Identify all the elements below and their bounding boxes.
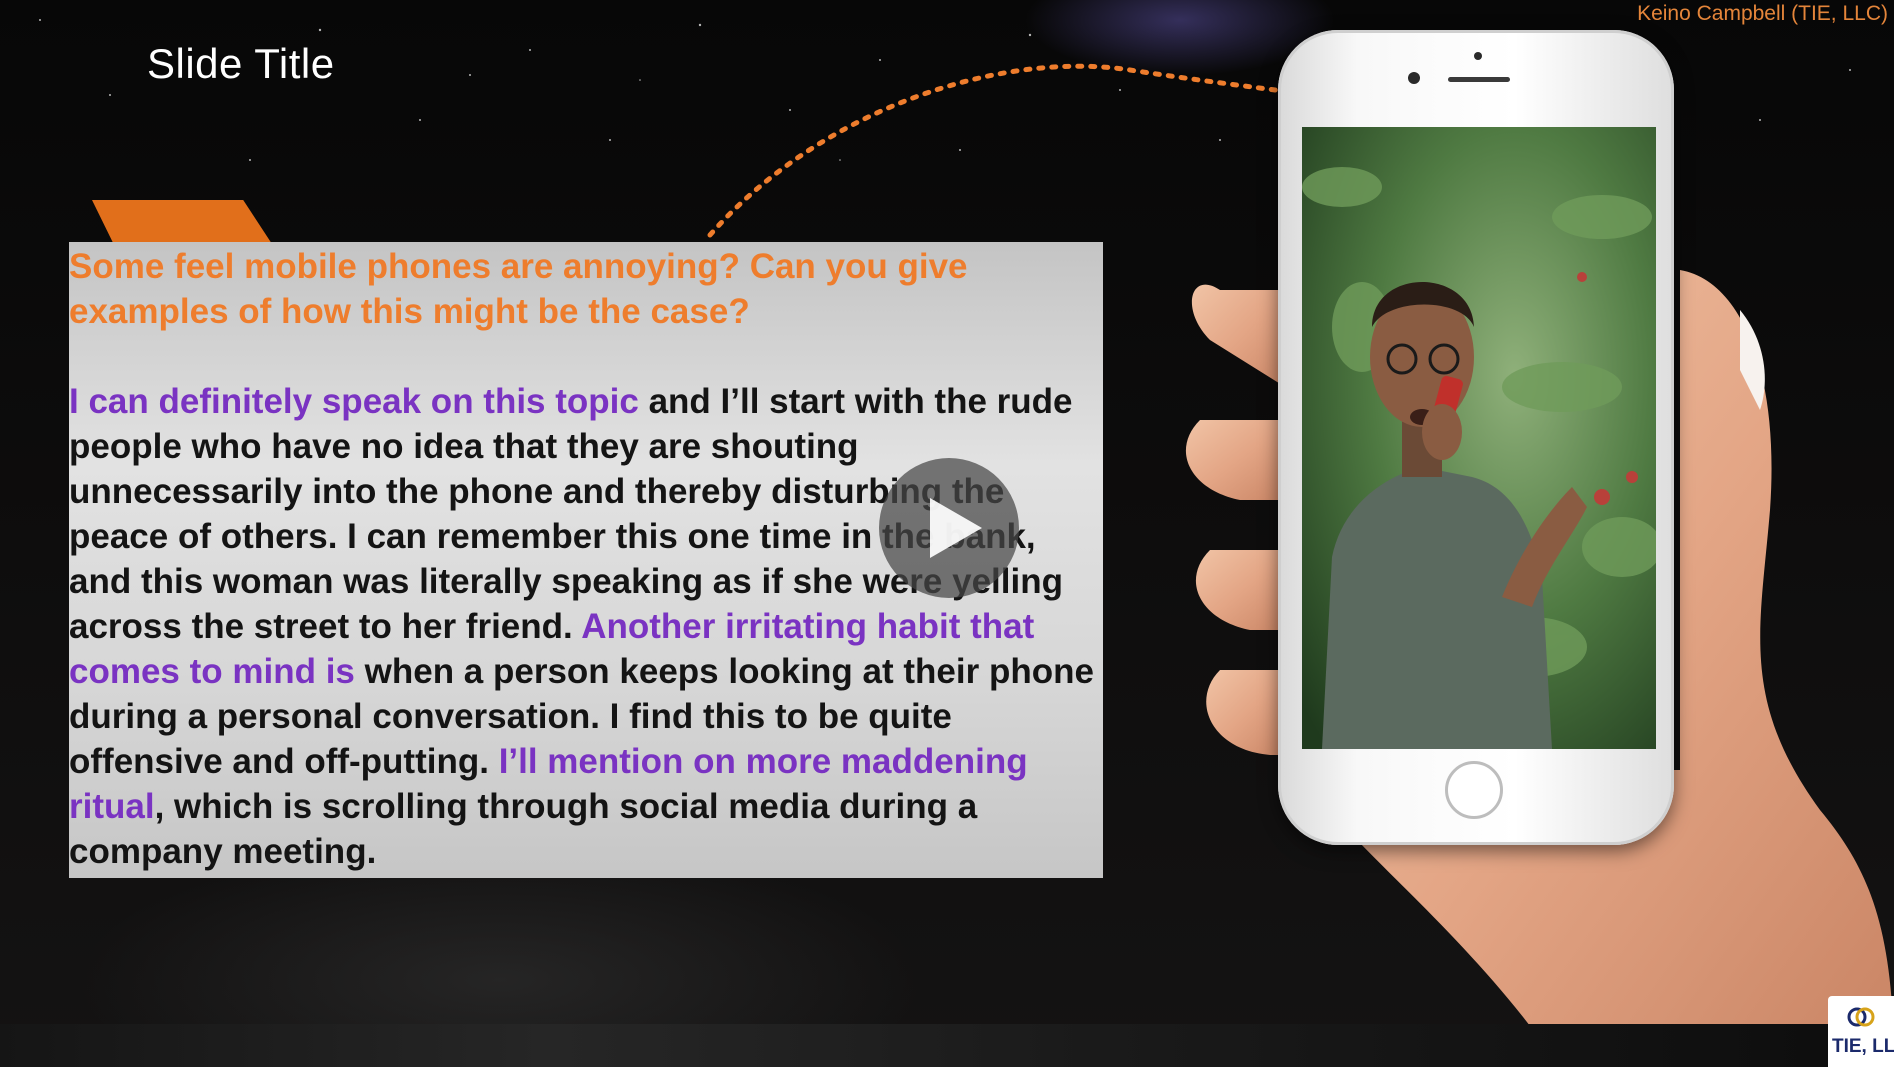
phone-screen-image xyxy=(1302,127,1656,749)
play-button[interactable] xyxy=(879,458,1019,598)
man-with-phone-photo xyxy=(1302,127,1656,749)
logo-emblem-icon xyxy=(1847,1007,1875,1027)
answer-highlight-1: I can definitely speak on this topic xyxy=(69,382,639,421)
phone-camera xyxy=(1408,72,1420,84)
question-text: Some feel mobile phones are annoying? Ca… xyxy=(69,247,968,331)
phone-speaker xyxy=(1448,77,1510,82)
phone-sensor xyxy=(1474,52,1482,60)
answer-segment-3: , which is scrolling through social medi… xyxy=(69,787,978,871)
bottom-background-strip xyxy=(0,1024,1828,1067)
presenter-name: Keino Campbell (TIE, LLC) xyxy=(1637,2,1888,25)
company-logo: TIE, LLC xyxy=(1828,996,1894,1067)
play-icon xyxy=(930,498,982,558)
smartphone-frame xyxy=(1278,30,1674,845)
logo-text: TIE, LLC xyxy=(1832,1036,1894,1057)
answer-text: I can definitely speak on this topic and… xyxy=(69,379,1103,874)
phone-home-button xyxy=(1445,761,1503,819)
video-frame[interactable]: Slide Title Keino Campbell (TIE, LLC) So… xyxy=(0,0,1894,1067)
orange-accent-tab xyxy=(92,200,272,244)
slide-title: Slide Title xyxy=(147,40,335,87)
